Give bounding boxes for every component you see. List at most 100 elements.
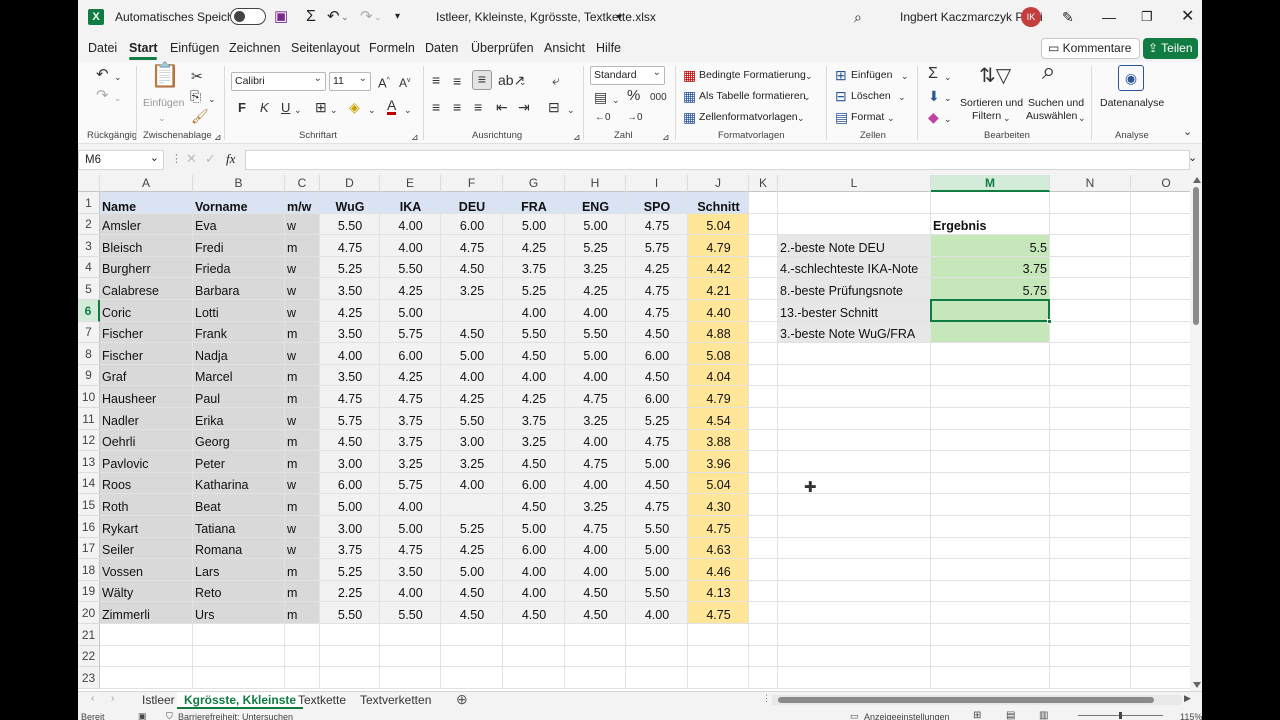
row-header[interactable]: 6 [78, 300, 100, 322]
page-break-view-icon[interactable]: ▥ [1039, 710, 1048, 720]
cell-gender[interactable]: w [285, 540, 320, 561]
paste-icon[interactable]: 📋 [150, 64, 180, 88]
sheet-tab-textverketten[interactable]: Textverketten [353, 692, 438, 709]
cell-gender[interactable]: m [285, 496, 320, 518]
select-all-corner[interactable] [78, 175, 100, 192]
cell-vorname[interactable]: Barbara [193, 280, 285, 302]
column-header-k[interactable]: K [749, 175, 778, 192]
minimize-icon[interactable]: — [1102, 0, 1116, 34]
row-header[interactable]: 22 [78, 646, 100, 667]
cell-gender[interactable]: w [285, 216, 320, 237]
cell-wug[interactable]: 3.50 [320, 367, 380, 388]
scroll-up-icon[interactable] [1193, 177, 1201, 183]
macro-record-icon[interactable]: ▣ [138, 711, 147, 720]
undo-dropdown-icon[interactable]: ⌄ [114, 69, 122, 85]
cell-gender[interactable]: w [285, 345, 320, 367]
cell-eng[interactable]: 4.75 [565, 518, 626, 540]
formula-bar-more-icon[interactable]: ⋮ [171, 152, 182, 165]
format-as-table-dropdown-icon[interactable]: ⌄ [803, 89, 811, 105]
cell-gender[interactable]: m [285, 237, 320, 259]
cell-fra[interactable]: 4.50 [503, 604, 565, 626]
cell-wug[interactable]: 4.75 [320, 388, 380, 410]
underline-button[interactable]: U [281, 100, 290, 116]
insert-cells-button[interactable]: Einfügen [851, 69, 892, 81]
cell-schnitt[interactable]: 4.30 [688, 496, 749, 518]
cancel-entry-icon[interactable]: ✕ [186, 151, 197, 167]
customize-quick-access-icon[interactable]: ▾ [395, 0, 400, 34]
copy-icon[interactable]: ⎘ [190, 88, 201, 104]
cell-ika[interactable]: 3.50 [380, 561, 441, 583]
cell-deu[interactable]: 4.50 [441, 324, 503, 345]
cell-fra[interactable]: 5.50 [503, 324, 565, 345]
add-sheet-icon[interactable]: ⊕ [456, 691, 468, 708]
cell-schnitt[interactable]: 4.54 [688, 410, 749, 432]
cell-fra[interactable]: 6.00 [503, 475, 565, 496]
clear-icon[interactable]: ◆ [928, 109, 939, 125]
font-color-dropdown-icon[interactable]: ⌄ [404, 102, 412, 118]
cell-ika[interactable]: 5.50 [380, 604, 441, 626]
cell-eng[interactable]: 3.25 [565, 496, 626, 518]
cell-deu[interactable]: 3.00 [441, 432, 503, 453]
cell-gender[interactable]: w [285, 259, 320, 280]
cell-spo[interactable]: 6.00 [626, 345, 688, 367]
row-header[interactable]: 13 [78, 451, 100, 473]
name-box-dropdown-icon[interactable]: ⌄ [150, 149, 159, 167]
cell-styles-button[interactable]: Zellenformatvorlagen [699, 111, 798, 123]
column-header-j[interactable]: J [688, 175, 749, 192]
cell-eng[interactable]: 4.00 [565, 367, 626, 388]
undo-icon[interactable]: ↶ [327, 0, 340, 34]
display-settings-icon[interactable]: ▭ [850, 711, 859, 720]
results-header[interactable]: Ergebnis [931, 216, 1050, 237]
cell-name[interactable]: Zimmerli [100, 604, 193, 626]
header-vorname[interactable]: Vorname [193, 196, 285, 218]
column-header-d[interactable]: D [320, 175, 380, 192]
alignment-launcher-icon[interactable]: ⊿ [573, 129, 581, 145]
sort-filter-label-1[interactable]: Sortieren und [960, 97, 1023, 109]
cell-gender[interactable]: w [285, 302, 320, 324]
cell-spo[interactable]: 4.75 [626, 432, 688, 453]
cell-schnitt[interactable]: 4.63 [688, 540, 749, 561]
cell-fra[interactable]: 4.25 [503, 237, 565, 259]
cell-deu[interactable]: 4.50 [441, 604, 503, 626]
merge-cells-icon[interactable]: ⊟ [548, 99, 560, 115]
expand-formula-bar-icon[interactable]: ⌄ [1188, 151, 1197, 164]
cell-vorname[interactable]: Nadja [193, 345, 285, 367]
cell-spo[interactable]: 4.50 [626, 475, 688, 496]
conditional-format-dropdown-icon[interactable]: ⌄ [805, 68, 813, 84]
cell-name[interactable]: Coric [100, 302, 193, 324]
cell-vorname[interactable]: Fredi [193, 237, 285, 259]
cell-schnitt[interactable]: 3.88 [688, 432, 749, 453]
cell-deu[interactable]: 4.50 [441, 583, 503, 604]
thousands-separator-icon[interactable]: 000 [650, 90, 667, 106]
cell-vorname[interactable]: Georg [193, 432, 285, 453]
font-name-select[interactable]: Calibri [231, 70, 326, 91]
cell-spo[interactable]: 5.50 [626, 583, 688, 604]
zoom-slider[interactable] [1078, 712, 1163, 719]
sheet-tab-textkette[interactable]: Textkette [291, 692, 353, 709]
normal-view-icon[interactable]: ⊞ [973, 710, 981, 720]
cell-name[interactable]: Roth [100, 496, 193, 518]
column-header-n[interactable]: N [1050, 175, 1131, 192]
cell-vorname[interactable]: Erika [193, 410, 285, 432]
header-deu[interactable]: DEU [441, 196, 503, 218]
zoom-slider-thumb[interactable] [1119, 712, 1122, 719]
cell-name[interactable]: Amsler [100, 216, 193, 237]
cell-fra[interactable]: 5.00 [503, 216, 565, 237]
align-right-icon[interactable]: ≡ [474, 99, 482, 115]
delete-cells-dropdown-icon[interactable]: ⌄ [898, 89, 906, 105]
cell-eng[interactable]: 5.00 [565, 345, 626, 367]
align-middle-icon[interactable]: ≡ [453, 73, 461, 89]
cell-eng[interactable]: 3.25 [565, 259, 626, 280]
cell-gender[interactable]: m [285, 604, 320, 626]
horizontal-scrollbar[interactable] [772, 695, 1182, 705]
percent-icon[interactable]: % [627, 88, 640, 104]
cell-eng[interactable]: 4.25 [565, 280, 626, 302]
restore-icon[interactable]: ❐ [1141, 0, 1153, 34]
cell-eng[interactable]: 4.50 [565, 583, 626, 604]
accessibility-status[interactable]: Barrierefreiheit: Untersuchen [178, 712, 293, 720]
next-sheet-icon[interactable]: › [111, 693, 114, 704]
cell-fra[interactable]: 4.50 [503, 453, 565, 475]
cell-eng[interactable]: 4.00 [565, 540, 626, 561]
cell-eng[interactable]: 3.25 [565, 410, 626, 432]
row-header[interactable]: 2 [78, 214, 100, 235]
